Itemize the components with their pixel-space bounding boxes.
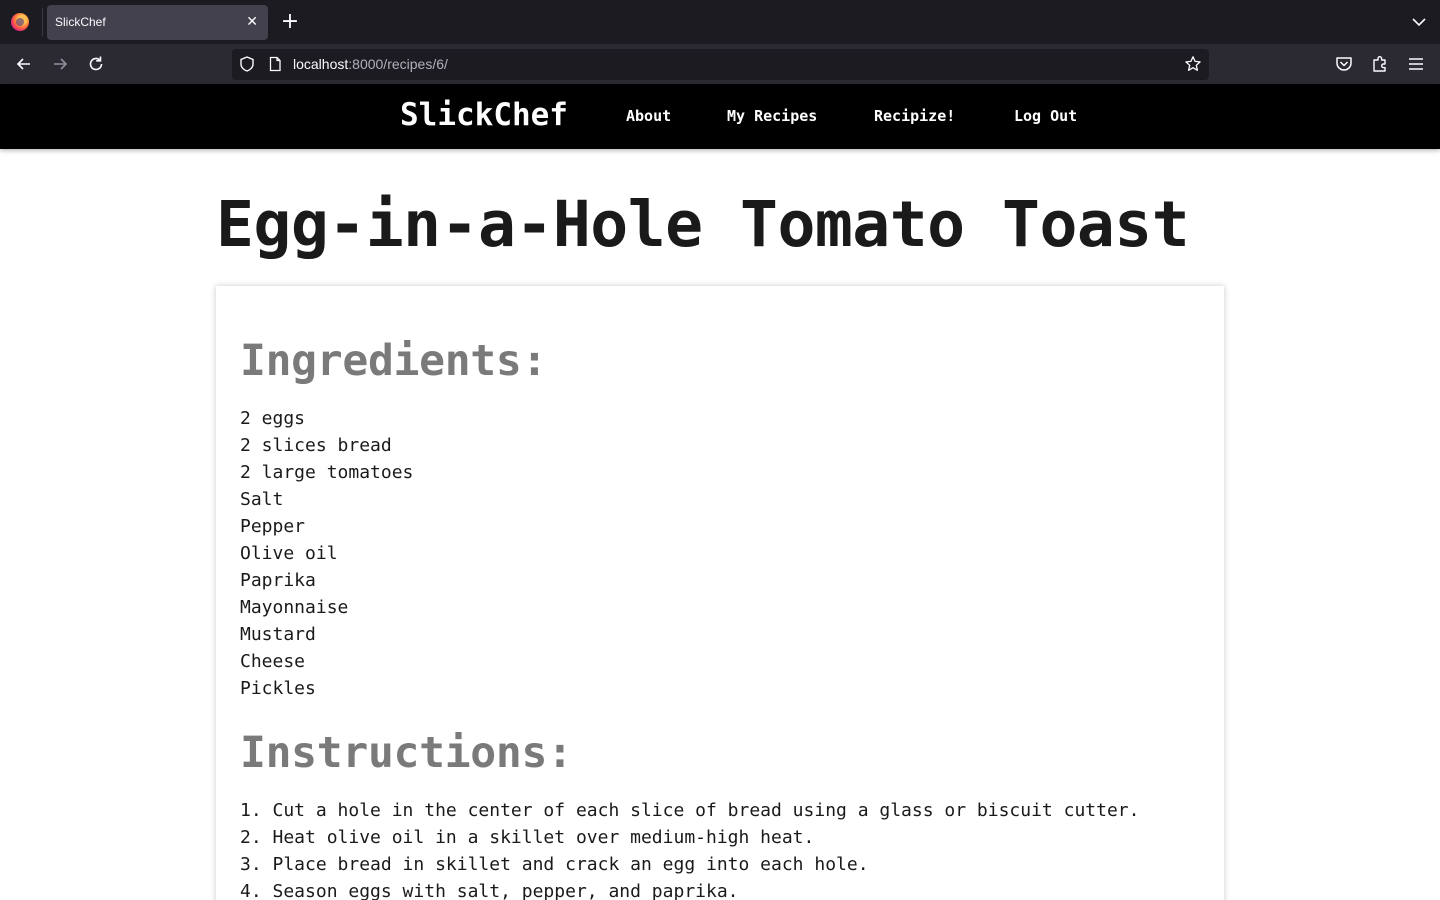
ingredient-item: Olive oil	[240, 543, 338, 564]
site-header: SlickChef About My Recipes Recipize! Log…	[0, 84, 1440, 149]
instructions-heading: Instructions:	[240, 728, 573, 778]
recipe-title: Egg-in-a-Hole Tomato Toast	[216, 188, 1190, 261]
new-tab-icon[interactable]: +	[280, 10, 300, 34]
instructions-list: 1. Cut a hole in the center of each slic…	[240, 797, 1139, 900]
browser-tab-strip: SlickChef ✕ +	[0, 0, 1440, 44]
ingredients-list: 2 eggs 2 slices bread 2 large tomatoes S…	[240, 405, 413, 702]
close-tab-icon[interactable]: ✕	[246, 13, 258, 31]
page-info-icon[interactable]	[267, 56, 283, 72]
firefox-icon	[11, 13, 29, 31]
ingredient-item: 2 large tomatoes	[240, 462, 414, 483]
url-bar[interactable]: localhost:8000/recipes/6/	[232, 49, 1209, 80]
browser-nav-bar: localhost:8000/recipes/6/	[0, 44, 1440, 84]
url-text[interactable]: localhost:8000/recipes/6/	[293, 56, 448, 72]
recipe-card: Ingredients: 2 eggs 2 slices bread 2 lar…	[216, 286, 1224, 900]
browser-tab-active[interactable]: SlickChef ✕	[47, 5, 268, 40]
nav-link-my-recipes[interactable]: My Recipes	[727, 107, 817, 125]
ingredient-item: Pickles	[240, 678, 316, 699]
instruction-step: 1. Cut a hole in the center of each slic…	[240, 800, 1140, 821]
tab-title: SlickChef	[55, 15, 106, 29]
ingredient-item: 2 eggs	[240, 408, 306, 429]
nav-link-log-out[interactable]: Log Out	[1014, 107, 1077, 125]
back-arrow-icon[interactable]	[14, 54, 34, 74]
chevron-down-icon[interactable]	[1410, 13, 1428, 31]
ingredient-item: Cheese	[240, 651, 306, 672]
extensions-icon[interactable]	[1370, 54, 1390, 74]
url-host: localhost	[293, 56, 349, 72]
instruction-step: 4. Season eggs with salt, pepper, and pa…	[240, 881, 739, 900]
nav-link-about[interactable]: About	[626, 107, 671, 125]
ingredient-item: Paprika	[240, 570, 316, 591]
pocket-icon[interactable]	[1334, 54, 1354, 74]
ingredient-item: Mayonnaise	[240, 597, 349, 618]
instruction-step: 3. Place bread in skillet and crack an e…	[240, 854, 869, 875]
site-brand-link[interactable]: SlickChef	[400, 97, 568, 133]
reload-icon[interactable]	[86, 54, 106, 74]
url-path: :8000/recipes/6/	[348, 56, 448, 72]
forward-arrow-icon[interactable]	[50, 54, 70, 74]
ingredient-item: 2 slices bread	[240, 435, 392, 456]
ingredient-item: Mustard	[240, 624, 316, 645]
ingredient-item: Salt	[240, 489, 284, 510]
ingredients-heading: Ingredients:	[240, 336, 548, 386]
tab-separator	[42, 8, 43, 36]
instruction-step: 2. Heat olive oil in a skillet over medi…	[240, 827, 815, 848]
ingredient-item: Pepper	[240, 516, 306, 537]
star-icon[interactable]	[1184, 55, 1202, 73]
tracking-protection-shield-icon[interactable]	[238, 55, 256, 73]
hamburger-menu-icon[interactable]	[1406, 54, 1426, 74]
nav-link-recipize[interactable]: Recipize!	[874, 107, 955, 125]
